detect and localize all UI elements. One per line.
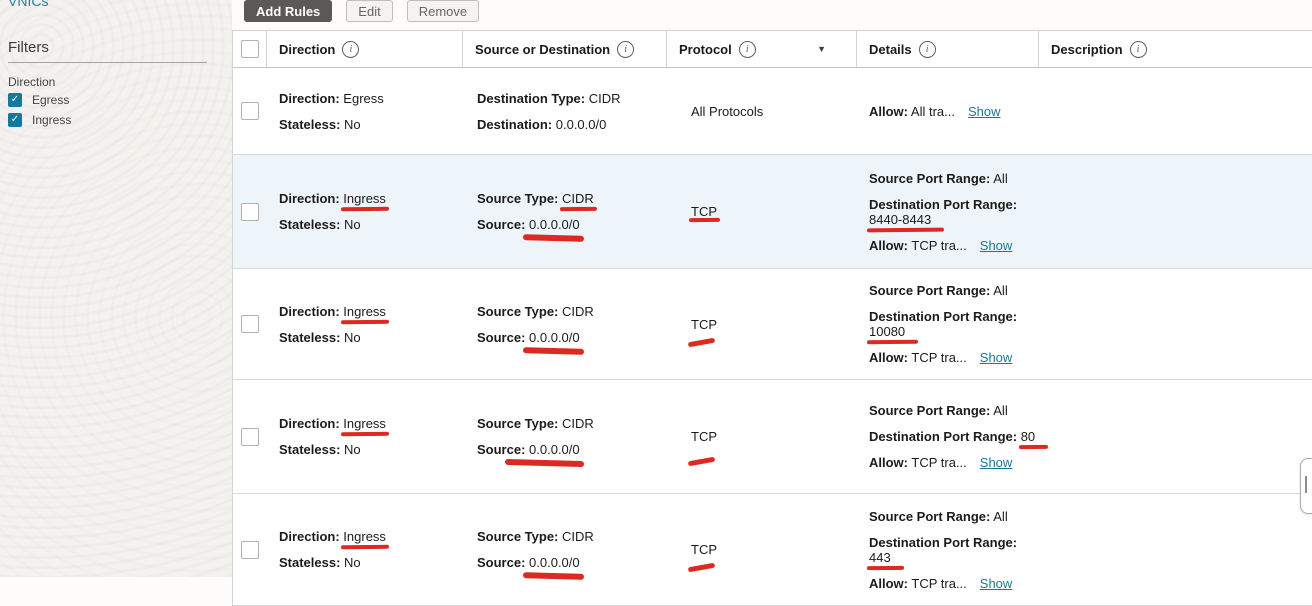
- red-underline-annotation: 8440-8443: [869, 212, 931, 227]
- column-header-details[interactable]: Details i: [857, 31, 1039, 67]
- details-cell: Source Port Range: All Destination Port …: [857, 380, 1039, 493]
- red-underline-annotation: 80: [1021, 429, 1035, 444]
- table-row-ingress-8440-8443[interactable]: Direction: Ingress Stateless: No Source …: [233, 155, 1312, 269]
- show-link[interactable]: Show: [980, 350, 1013, 365]
- column-label: Details: [869, 42, 912, 57]
- column-label: Direction: [279, 42, 335, 57]
- check-icon: ✓: [11, 115, 19, 125]
- red-underline-annotation: 0.0.0.0/0: [529, 442, 580, 457]
- direction-cell: Direction: Ingress Stateless: No: [267, 155, 463, 268]
- description-cell: [1039, 155, 1312, 268]
- table-row-ingress-80[interactable]: Direction: Ingress Stateless: No Source …: [233, 380, 1312, 494]
- direction-cell: Direction: Ingress Stateless: No: [267, 380, 463, 493]
- table-row-ingress-443[interactable]: Direction: Ingress Stateless: No Source …: [233, 494, 1312, 606]
- red-underline-annotation: TCP: [691, 317, 717, 332]
- main-content: Add Rules Edit Remove Direction i Source…: [232, 0, 1312, 577]
- red-underline-annotation: TCP: [691, 204, 717, 219]
- details-cell: Allow: All tra...Show: [857, 68, 1039, 154]
- column-header-protocol[interactable]: Protocol i ▼: [667, 31, 857, 67]
- description-cell: [1039, 380, 1312, 493]
- row-checkbox[interactable]: [241, 428, 259, 446]
- description-cell: [1039, 269, 1312, 379]
- red-underline-annotation: 0.0.0.0/0: [529, 217, 580, 232]
- filters-divider: [8, 62, 207, 63]
- row-checkbox[interactable]: [241, 102, 259, 120]
- info-icon[interactable]: i: [342, 41, 359, 58]
- red-underline-annotation: 443: [869, 550, 891, 565]
- filters-title: Filters: [8, 39, 49, 56]
- row-checkbox[interactable]: [241, 315, 259, 333]
- red-underline-annotation: 10080: [869, 324, 905, 339]
- table-row-egress[interactable]: Direction: Egress Stateless: No Destinat…: [233, 68, 1312, 155]
- toolbar: Add Rules Edit Remove: [244, 0, 479, 22]
- column-label: Source or Destination: [475, 42, 610, 57]
- source-destination-cell: Destination Type: CIDR Destination: 0.0.…: [463, 68, 667, 154]
- select-all-checkbox[interactable]: [241, 40, 259, 58]
- protocol-cell: TCP: [667, 494, 857, 605]
- info-icon[interactable]: i: [919, 41, 936, 58]
- row-checkbox[interactable]: [241, 203, 259, 221]
- info-icon[interactable]: i: [617, 41, 634, 58]
- protocol-cell: All Protocols: [667, 68, 857, 154]
- description-cell: [1039, 494, 1312, 605]
- details-cell: Source Port Range: All Destination Port …: [857, 494, 1039, 605]
- direction-cell: Direction: Ingress Stateless: No: [267, 494, 463, 605]
- row-checkbox[interactable]: [241, 541, 259, 559]
- red-underline-annotation: Ingress: [343, 304, 386, 319]
- source-destination-cell: Source Type: CIDR Source: 0.0.0.0/0: [463, 155, 667, 268]
- side-panel-handle[interactable]: [1300, 458, 1312, 514]
- direction-cell: Direction: Egress Stateless: No: [267, 68, 463, 154]
- column-label: Description: [1051, 42, 1123, 57]
- source-destination-cell: Source Type: CIDR Source: 0.0.0.0/0: [463, 494, 667, 605]
- protocol-cell: TCP: [667, 380, 857, 493]
- sidebar: VNICs Filters Direction ✓ Egress ✓ Ingre…: [0, 0, 232, 577]
- direction-cell: Direction: Ingress Stateless: No: [267, 269, 463, 379]
- remove-button[interactable]: Remove: [407, 0, 479, 22]
- details-cell: Source Port Range: All Destination Port …: [857, 155, 1039, 268]
- caret-down-icon[interactable]: ▼: [817, 44, 826, 54]
- show-link[interactable]: Show: [980, 238, 1013, 253]
- sidebar-item-vnics[interactable]: VNICs: [8, 0, 48, 9]
- table-header-row: Direction i Source or Destination i Prot…: [233, 31, 1312, 68]
- red-underline-annotation: Ingress: [343, 529, 386, 544]
- filter-option-egress[interactable]: ✓ Egress: [8, 93, 69, 107]
- protocol-cell: TCP: [667, 269, 857, 379]
- egress-label: Egress: [32, 93, 69, 107]
- select-all-cell: [233, 31, 267, 67]
- show-link[interactable]: Show: [968, 104, 1001, 119]
- info-icon[interactable]: i: [1130, 41, 1147, 58]
- red-underline-annotation: CIDR: [562, 191, 594, 206]
- source-destination-cell: Source Type: CIDR Source: 0.0.0.0/0: [463, 380, 667, 493]
- check-icon: ✓: [11, 95, 19, 105]
- column-header-direction[interactable]: Direction i: [267, 31, 463, 67]
- show-link[interactable]: Show: [980, 455, 1013, 470]
- ingress-checkbox[interactable]: ✓: [8, 113, 22, 127]
- info-icon[interactable]: i: [739, 41, 756, 58]
- description-cell: [1039, 68, 1312, 154]
- red-underline-annotation: Ingress: [343, 191, 386, 206]
- column-header-description[interactable]: Description i: [1039, 31, 1312, 67]
- edit-button[interactable]: Edit: [346, 0, 392, 22]
- red-underline-annotation: TCP: [691, 429, 717, 444]
- show-link[interactable]: Show: [980, 576, 1013, 591]
- ingress-label: Ingress: [32, 113, 71, 127]
- red-underline-annotation: Ingress: [343, 416, 386, 431]
- source-destination-cell: Source Type: CIDR Source: 0.0.0.0/0: [463, 269, 667, 379]
- filter-direction-label: Direction: [8, 75, 55, 89]
- red-underline-annotation: TCP: [691, 542, 717, 557]
- details-cell: Source Port Range: All Destination Port …: [857, 269, 1039, 379]
- table-row-ingress-10080[interactable]: Direction: Ingress Stateless: No Source …: [233, 269, 1312, 380]
- column-label: Protocol: [679, 42, 732, 57]
- red-underline-annotation: 0.0.0.0/0: [529, 330, 580, 345]
- filter-option-ingress[interactable]: ✓ Ingress: [8, 113, 71, 127]
- egress-checkbox[interactable]: ✓: [8, 93, 22, 107]
- red-underline-annotation: 0.0.0.0/0: [529, 555, 580, 570]
- protocol-cell: TCP: [667, 155, 857, 268]
- column-header-source-or-destination[interactable]: Source or Destination i: [463, 31, 667, 67]
- add-rules-button[interactable]: Add Rules: [244, 0, 332, 22]
- security-rules-table: Direction i Source or Destination i Prot…: [232, 30, 1312, 606]
